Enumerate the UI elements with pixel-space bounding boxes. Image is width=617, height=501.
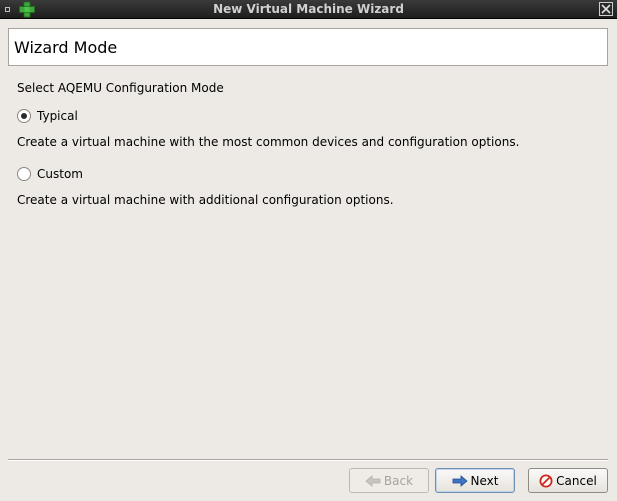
close-icon [601,4,611,14]
custom-radio[interactable] [17,167,31,181]
custom-option[interactable]: Custom [17,167,83,181]
custom-label[interactable]: Custom [37,167,83,181]
cancel-icon [539,474,553,487]
window-title: New Virtual Machine Wizard [213,2,404,16]
footer-separator [8,459,608,461]
typical-label[interactable]: Typical [37,109,78,123]
window-titlebar[interactable]: New Virtual Machine Wizard [0,0,617,19]
back-label: Back [383,473,414,488]
wizard-header: Wizard Mode [8,28,608,66]
back-button[interactable]: Back [349,468,429,493]
window-close-button[interactable] [599,2,613,16]
custom-description: Create a virtual machine with additional… [17,193,394,207]
next-button[interactable]: Next [435,468,515,493]
arrow-right-icon [452,474,468,487]
cancel-label: Cancel [556,473,597,488]
page-title: Wizard Mode [14,38,118,57]
typical-option[interactable]: Typical [17,109,78,123]
arrow-left-icon [365,474,381,487]
mode-label: Select AQEMU Configuration Mode [17,81,224,95]
typical-description: Create a virtual machine with the most c… [17,135,520,149]
typical-radio[interactable] [17,109,31,123]
next-label: Next [470,473,499,488]
cancel-button[interactable]: Cancel [528,468,608,493]
